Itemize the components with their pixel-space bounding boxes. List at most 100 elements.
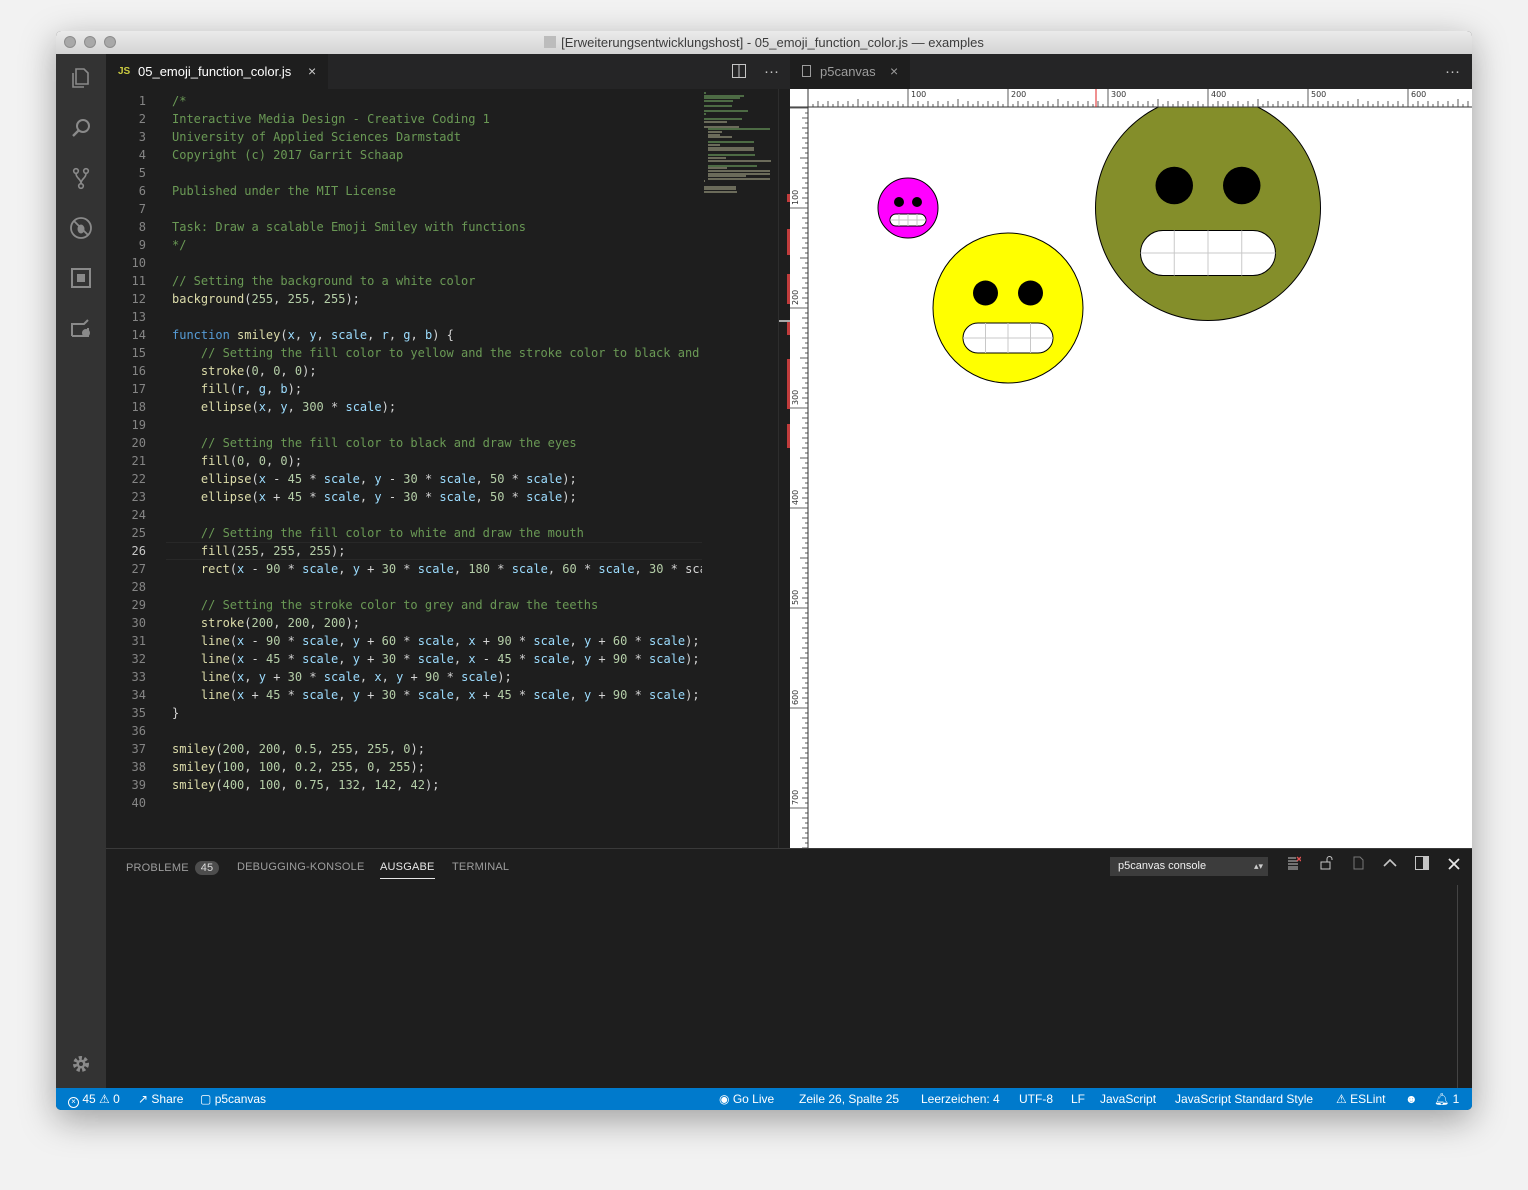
code-line: stroke(200, 200, 200); <box>200 616 360 630</box>
notifications-button[interactable]: 🔔︎ 1 <box>1434 1088 1459 1110</box>
eslint-status[interactable]: ⚠ ESLint <box>1336 1088 1385 1110</box>
minimap[interactable] <box>702 89 778 848</box>
extensions-icon[interactable] <box>69 266 93 290</box>
p5canvas-status[interactable]: ▢ p5canvas <box>200 1088 266 1110</box>
ruler-top <box>790 89 1472 107</box>
problems-status[interactable]: × 45 ⚠ 0 <box>68 1088 120 1110</box>
close-preview-tab-icon[interactable]: × <box>890 54 898 89</box>
line-number: 35 <box>131 706 146 720</box>
window-title-text: [Erweiterungsentwicklungshost] - 05_emoj… <box>561 35 984 50</box>
bottom-panel: PROBLEME 45 DEBUGGING-KONSOLE AUSGABE TER… <box>106 848 1472 1089</box>
minimap-line <box>704 120 728 123</box>
error-icon: × <box>68 1097 79 1108</box>
smiley-face <box>877 177 939 239</box>
line-number: 8 <box>138 220 146 234</box>
p5canvas-status-label: p5canvas <box>214 1092 267 1106</box>
minimap-line <box>707 149 755 152</box>
preview-more-button[interactable]: ··· <box>1445 54 1460 89</box>
share-button[interactable]: ↗ Share <box>138 1088 183 1110</box>
open-file-icon[interactable] <box>1348 855 1368 877</box>
line-number: 33 <box>131 670 146 684</box>
smiley-face <box>1095 95 1321 321</box>
indentation-status[interactable]: Leerzeichen: 4 <box>921 1088 1000 1110</box>
line-number: 29 <box>131 598 146 612</box>
tab-terminal[interactable]: TERMINAL <box>452 861 509 873</box>
line-number: 22 <box>131 472 146 486</box>
line-number: 31 <box>131 634 146 648</box>
vscode-window: [Erweiterungsentwicklungshost] - 05_emoj… <box>56 31 1472 1110</box>
remote-icon[interactable] <box>69 316 93 340</box>
ruler-left-label: 400 <box>791 490 800 505</box>
code-line: smiley(100, 100, 0.2, 255, 0, 255); <box>172 760 425 774</box>
output-channel-select[interactable]: p5canvas console ▴▾ <box>1110 857 1268 876</box>
chevron-up-icon[interactable] <box>1380 855 1400 877</box>
toggle-panel-icon[interactable] <box>1412 855 1432 877</box>
line-number: 14 <box>131 328 146 342</box>
code-line: ellipse(x, y, 300 * scale); <box>200 400 397 414</box>
code-line: ellipse(x + 45 * scale, y - 30 * scale, … <box>200 490 577 504</box>
code-line: rect(x - 90 * scale, y + 30 * scale, 180… <box>200 562 702 576</box>
warning-icon: ⚠ <box>1336 1092 1347 1106</box>
minimap-line <box>707 159 771 162</box>
ruler-left-label: 600 <box>791 690 800 705</box>
line-number: 1 <box>138 94 146 108</box>
tab-debug-console[interactable]: DEBUGGING-KONSOLE <box>237 861 364 873</box>
more-actions-button[interactable]: ··· <box>764 54 779 89</box>
ruler-left-label: 300 <box>791 390 800 405</box>
code-line: line(x - 90 * scale, y + 60 * scale, x +… <box>200 634 700 648</box>
line-number: 16 <box>131 364 146 378</box>
code-area[interactable]: 1 /* 2 Interactive Media Design - Creative … <box>106 89 702 848</box>
code-line: fill(r, g, b); <box>200 382 303 396</box>
lock-icon[interactable] <box>1316 855 1336 877</box>
line-number: 5 <box>138 166 146 180</box>
language-mode[interactable]: JavaScript <box>1100 1088 1156 1110</box>
search-icon[interactable] <box>69 116 93 140</box>
smiley-eye <box>1018 280 1043 306</box>
line-number: 24 <box>131 508 146 522</box>
line-number: 19 <box>131 418 146 432</box>
warning-icon: ⚠ <box>99 1092 110 1106</box>
encoding-status[interactable]: UTF-8 <box>1019 1088 1053 1110</box>
panel-scrollbar[interactable] <box>1457 885 1472 1089</box>
source-control-icon[interactable] <box>69 166 93 190</box>
tab-problems[interactable]: PROBLEME 45 <box>126 861 220 875</box>
notifications-count: 1 <box>1452 1092 1460 1106</box>
close-tab-icon[interactable]: × <box>308 54 316 89</box>
feedback-icon[interactable]: ☻ <box>1405 1088 1418 1110</box>
editor-tab-label: 05_emoji_function_color.js <box>138 64 292 79</box>
code-line: // Setting the stroke color to grey and … <box>172 598 599 612</box>
ruler-left-label: 100 <box>791 190 800 205</box>
debug-icon[interactable] <box>69 216 93 240</box>
style-status[interactable]: JavaScript Standard Style <box>1175 1088 1313 1110</box>
line-number: 26 <box>131 544 146 558</box>
code-line: fill(255, 255, 255); <box>200 544 346 558</box>
code-line: // Setting the background to a white col… <box>172 274 476 288</box>
clear-output-icon[interactable] <box>1284 855 1304 877</box>
split-editor-icon[interactable] <box>732 54 746 89</box>
p5canvas-preview: p5canvas × ··· 100 200 300 400 500 600 100 200 3… <box>790 54 1472 848</box>
code-editor: JS 05_emoji_function_color.js × ··· 1 /* 2… <box>106 54 791 848</box>
close-panel-icon[interactable] <box>1444 855 1464 877</box>
code-line: } <box>172 706 180 720</box>
line-number: 2 <box>138 112 146 126</box>
document-icon <box>802 65 811 77</box>
ruler-left-label: 700 <box>791 790 800 805</box>
cursor-position[interactable]: Zeile 26, Spalte 25 <box>799 1088 899 1110</box>
select-arrows-icon: ▴▾ <box>1253 861 1263 871</box>
go-live-button[interactable]: ◉ Go Live <box>719 1088 774 1110</box>
minimap-line <box>704 112 706 115</box>
explorer-icon[interactable] <box>69 66 93 90</box>
smiley-eye <box>1155 166 1193 205</box>
preview-tab[interactable]: p5canvas × <box>790 54 910 89</box>
editor-tab[interactable]: JS 05_emoji_function_color.js × <box>106 54 328 89</box>
line-number: 36 <box>131 724 146 738</box>
canvas-area[interactable]: 100 200 300 400 500 600 100 200 300 400 500 600 700 <box>790 89 1472 848</box>
line-number: 3 <box>138 130 146 144</box>
minimap-line <box>704 190 738 193</box>
line-number: 21 <box>131 454 146 468</box>
gear-icon[interactable] <box>69 1052 93 1076</box>
eol-status[interactable]: LF <box>1071 1088 1085 1110</box>
window-title: [Erweiterungsentwicklungshost] - 05_emoj… <box>56 35 1472 50</box>
tab-output[interactable]: AUSGABE <box>380 861 435 879</box>
code-line: Task: Draw a scalable Emoji Smiley with … <box>172 220 527 234</box>
